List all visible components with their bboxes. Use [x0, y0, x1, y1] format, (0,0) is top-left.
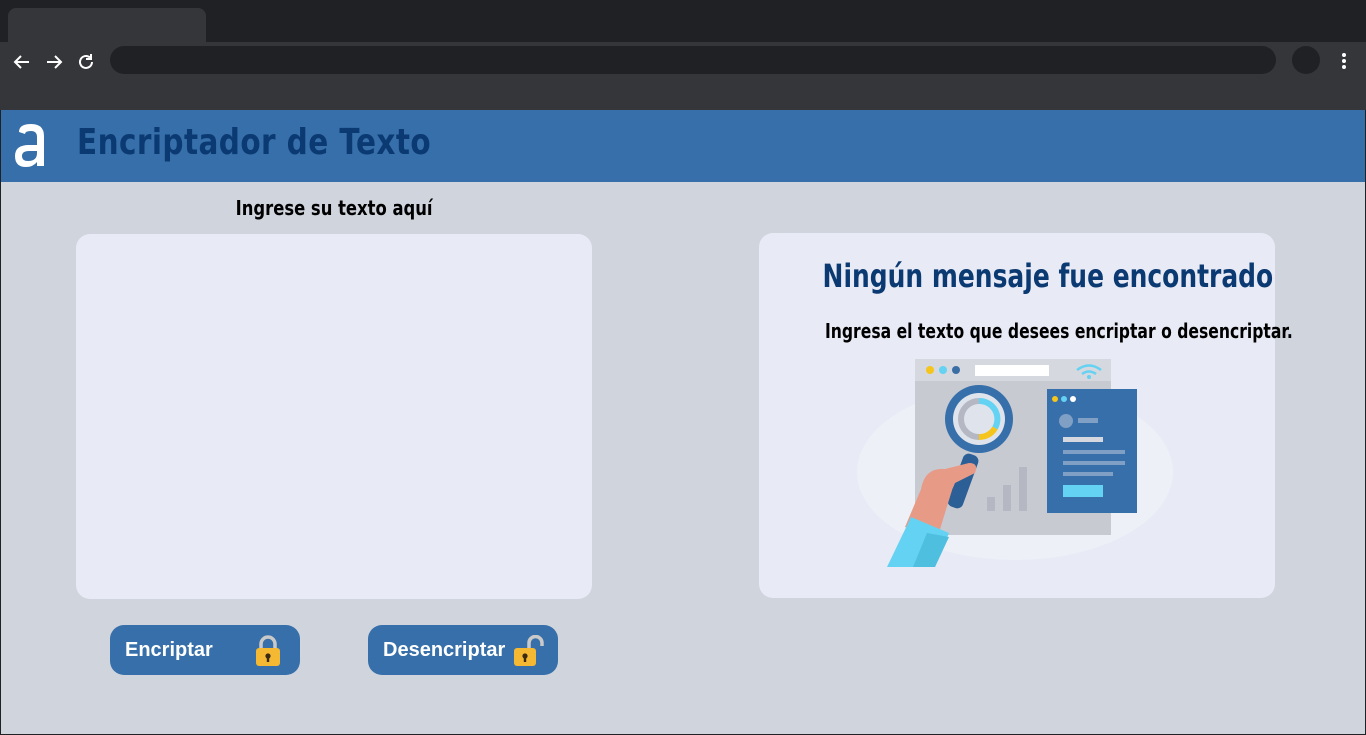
output-subtitle-text: Ingresa el texto que desees encriptar o …: [824, 319, 1293, 343]
forward-icon[interactable]: [42, 50, 66, 74]
locked-padlock-icon: [254, 635, 282, 673]
back-icon[interactable]: [10, 50, 34, 74]
profile-avatar[interactable]: [1292, 46, 1320, 74]
output-subtitle: Ingresa el texto que desees encriptar o …: [759, 319, 1293, 343]
encrypt-button-label: Encriptar: [125, 638, 213, 661]
encrypt-button[interactable]: Encriptar: [110, 625, 300, 675]
browser-tab-bar: [0, 0, 1366, 42]
search-illustration: [857, 357, 1177, 567]
decrypt-button[interactable]: Desencriptar: [368, 625, 558, 675]
unlocked-padlock-icon: [512, 634, 544, 673]
input-label-text: Ingrese su texto aquí: [235, 196, 433, 220]
address-bar[interactable]: [110, 46, 1276, 74]
output-title: Ningún mensaje fue encontrado: [759, 257, 1275, 295]
browser-tab[interactable]: [8, 8, 206, 42]
kebab-menu-icon[interactable]: [1334, 50, 1354, 72]
input-label: Ingrese su texto aquí: [76, 196, 592, 220]
output-panel: Ningún mensaje fue encontrado Ingresa el…: [759, 233, 1293, 598]
browser-toolbar: [0, 42, 1366, 110]
output-title-text: Ningún mensaje fue encontrado: [822, 257, 1274, 295]
text-input[interactable]: [76, 234, 592, 599]
alura-logo-icon: [11, 120, 51, 170]
app-header: Encriptador de Texto: [1, 110, 1365, 182]
decrypt-button-label: Desencriptar: [383, 638, 506, 661]
page: Encriptador de Texto Ingrese su texto aq…: [1, 110, 1365, 734]
reload-icon[interactable]: [74, 50, 98, 74]
app-title: Encriptador de Texto: [77, 122, 432, 163]
